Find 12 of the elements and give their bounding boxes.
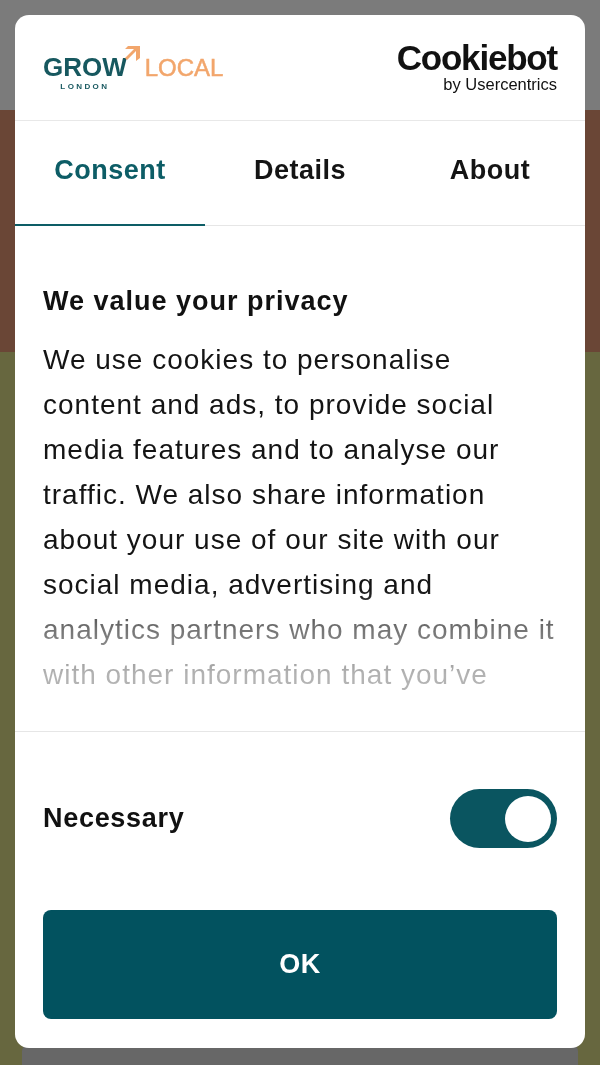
provider-logo-name: Cookiebot xyxy=(396,42,557,74)
logo-wordmark: LOCAL xyxy=(144,54,224,81)
ok-button[interactable]: OK xyxy=(43,910,557,1019)
logo-wordmark: GROW xyxy=(43,56,127,78)
provider-logo-byline: by Usercentrics xyxy=(443,75,557,93)
toggle-label: Necessary xyxy=(43,803,185,834)
consent-text: We use cookies to personalise content and ads, to provide social media features and to analyse our traffic. We also share information about your use of our site with our social media, advertising and analytics partners who may combine it with other information that you’ve xyxy=(43,343,556,692)
consent-title: We value your privacy xyxy=(43,286,350,317)
tab[interactable]: Consent xyxy=(15,121,205,226)
tab[interactable]: About xyxy=(395,121,585,226)
logo-subtitle: LONDON xyxy=(60,82,110,91)
tab[interactable]: Details xyxy=(205,121,395,226)
